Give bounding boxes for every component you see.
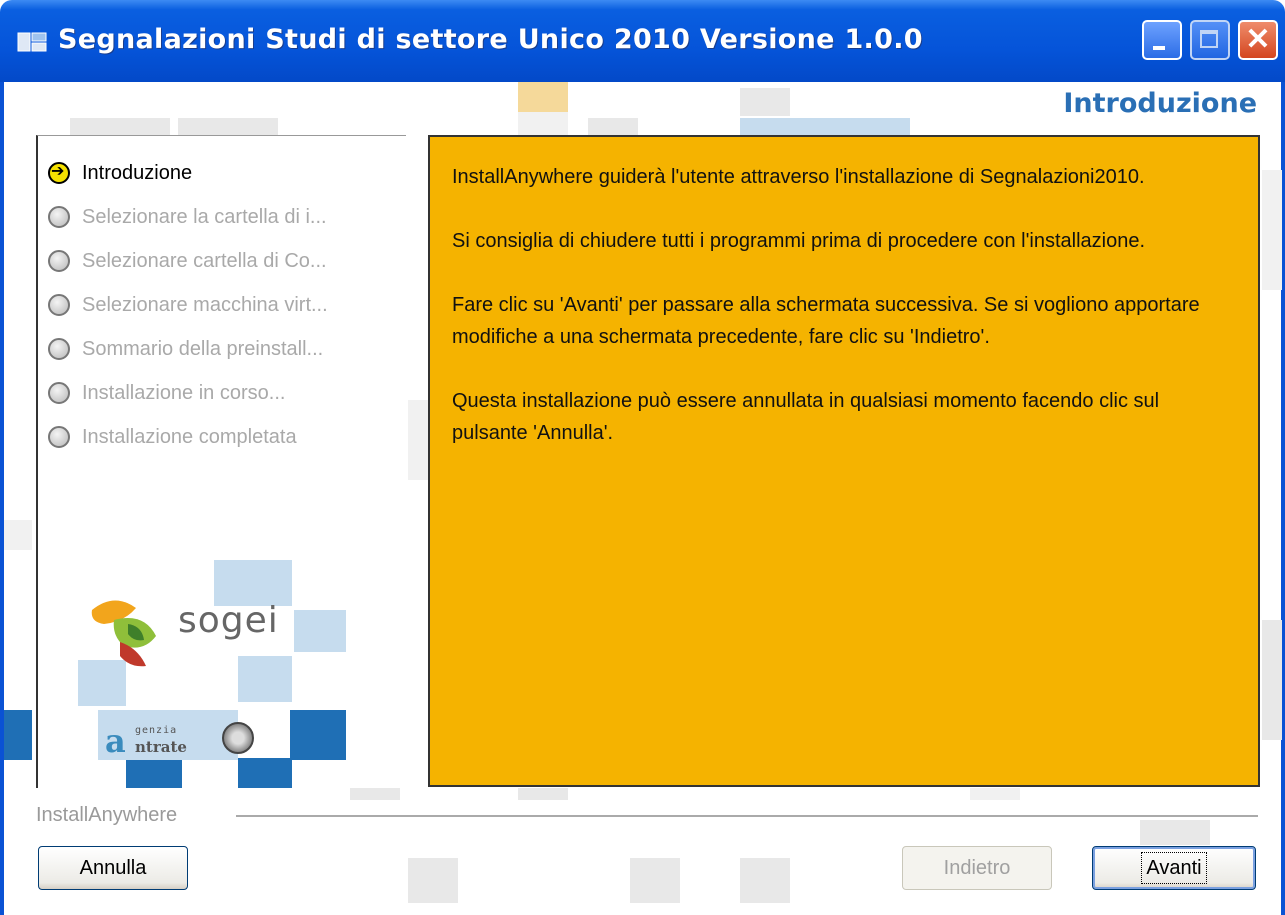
maximize-button[interactable] [1190, 20, 1230, 60]
agenzia-entrate-logo-text: ntrate [135, 738, 187, 756]
cancel-button[interactable]: Annulla [38, 846, 188, 890]
agenzia-entrate-logo-small-text: genzia [135, 725, 178, 736]
pending-step-circle-icon [48, 426, 70, 448]
sogei-logo-text: sogei [178, 600, 279, 641]
pending-step-circle-icon [48, 206, 70, 228]
step-label: Introduzione [82, 161, 193, 184]
step-sommario-preinstallazione: Sommario della preinstall... [48, 332, 404, 366]
step-label: Sommario della preinstall... [82, 337, 324, 360]
step-installazione-completata: Installazione completata [48, 420, 404, 454]
current-step-arrow-icon [48, 162, 70, 184]
intro-paragraph: InstallAnywhere guiderà l'utente attrave… [452, 166, 1145, 188]
installer-app-icon [17, 32, 47, 52]
intro-paragraph: Fare clic su 'Avanti' per passare alla s… [452, 294, 1200, 348]
agenzia-entrate-logo-icon: a [105, 722, 126, 760]
intro-paragraph: Si consiglia di chiudere tutti i program… [452, 230, 1146, 252]
step-introduzione: Introduzione [48, 156, 404, 190]
intro-paragraph: Questa installazione può essere annullat… [452, 390, 1160, 444]
close-button[interactable]: ✕ [1238, 20, 1278, 60]
pending-step-circle-icon [48, 250, 70, 272]
window-border-left [0, 82, 4, 915]
page-title: Introduzione [1063, 88, 1257, 119]
introduction-content-panel: InstallAnywhere guiderà l'utente attrave… [428, 135, 1260, 787]
step-macchina-virtuale: Selezionare macchina virt... [48, 288, 404, 322]
window-title-bar[interactable]: Segnalazioni Studi di settore Unico 2010… [0, 0, 1285, 82]
next-button-label: Avanti [1141, 851, 1207, 884]
minimize-button[interactable] [1142, 20, 1182, 60]
next-button[interactable]: Avanti [1092, 846, 1256, 890]
footer-separator [236, 815, 1258, 818]
window-title: Segnalazioni Studi di settore Unico 2010… [58, 24, 923, 55]
installanywhere-brand-label: InstallAnywhere [36, 804, 178, 826]
steps-panel: Introduzione Selezionare la cartella di … [36, 135, 406, 788]
step-cartella-installazione: Selezionare la cartella di i... [48, 200, 404, 234]
close-icon: ✕ [1245, 23, 1271, 56]
back-button[interactable]: Indietro [902, 846, 1052, 890]
pending-step-circle-icon [48, 382, 70, 404]
pending-step-circle-icon [48, 338, 70, 360]
italian-republic-emblem-icon [222, 722, 254, 754]
step-label: Installazione completata [82, 425, 297, 448]
step-cartella-collegamenti: Selezionare cartella di Co... [48, 244, 404, 278]
step-label: Selezionare la cartella di i... [82, 205, 327, 228]
step-label: Selezionare cartella di Co... [82, 249, 327, 272]
pending-step-circle-icon [48, 294, 70, 316]
step-label: Installazione in corso... [82, 381, 286, 404]
step-installazione-in-corso: Installazione in corso... [48, 376, 404, 410]
step-label: Selezionare macchina virt... [82, 293, 328, 316]
